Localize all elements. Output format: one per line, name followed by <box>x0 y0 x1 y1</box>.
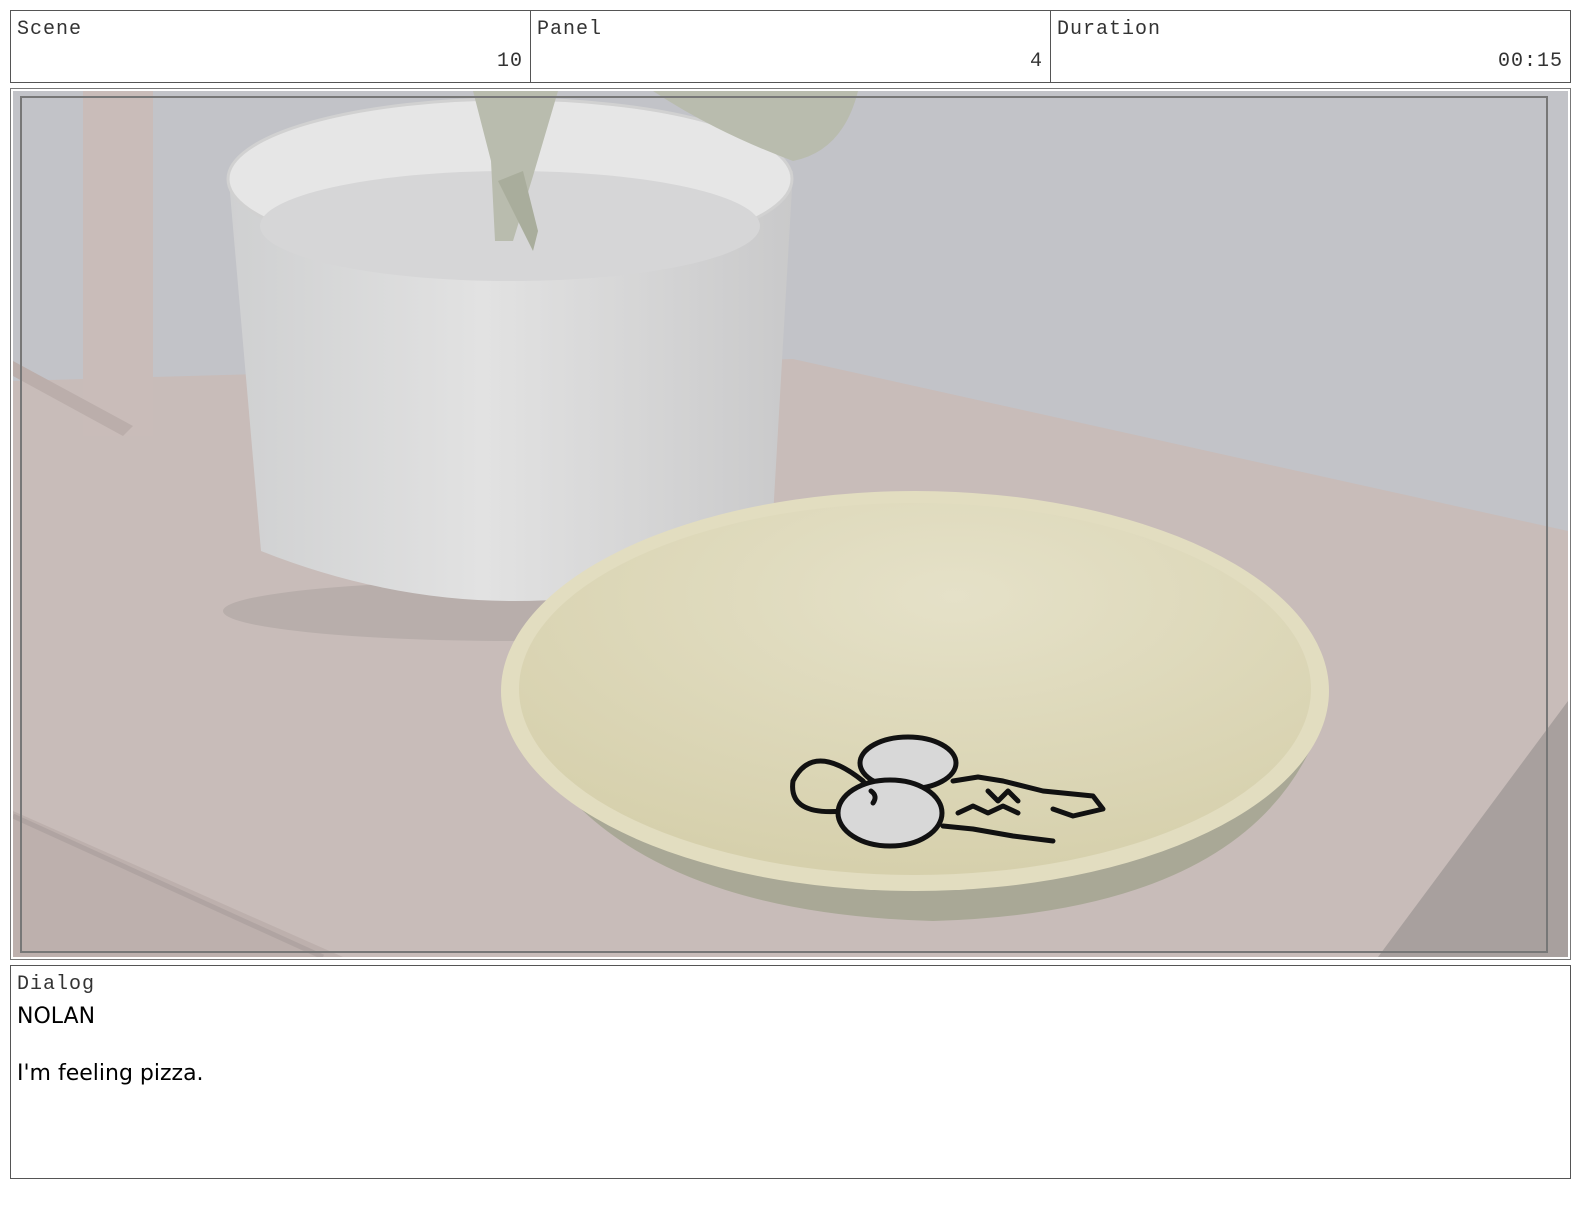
duration-value: 00:15 <box>1497 50 1563 73</box>
storyboard-frame <box>10 88 1571 960</box>
dialog-line: I'm feeling pizza. <box>17 1061 204 1086</box>
scene-cell: Scene 10 <box>11 11 531 82</box>
panel-cell: Panel 4 <box>531 11 1051 82</box>
duration-cell: Duration 00:15 <box>1051 11 1570 82</box>
duration-label: Duration <box>1057 18 1162 41</box>
panel-info-header: Scene 10 Panel 4 Duration 00:15 <box>10 10 1571 83</box>
storyboard-image <box>13 91 1568 957</box>
window-frame <box>83 91 153 436</box>
scene-label: Scene <box>17 18 83 41</box>
dialog-speaker: NOLAN <box>17 1004 96 1029</box>
panel-value: 4 <box>1029 50 1043 73</box>
dialog-label: Dialog <box>17 973 96 996</box>
scene-value: 10 <box>496 50 523 73</box>
panel-label: Panel <box>537 18 603 41</box>
scene-illustration <box>13 91 1568 957</box>
dialog-box: Dialog NOLAN I'm feeling pizza. <box>10 965 1571 1179</box>
